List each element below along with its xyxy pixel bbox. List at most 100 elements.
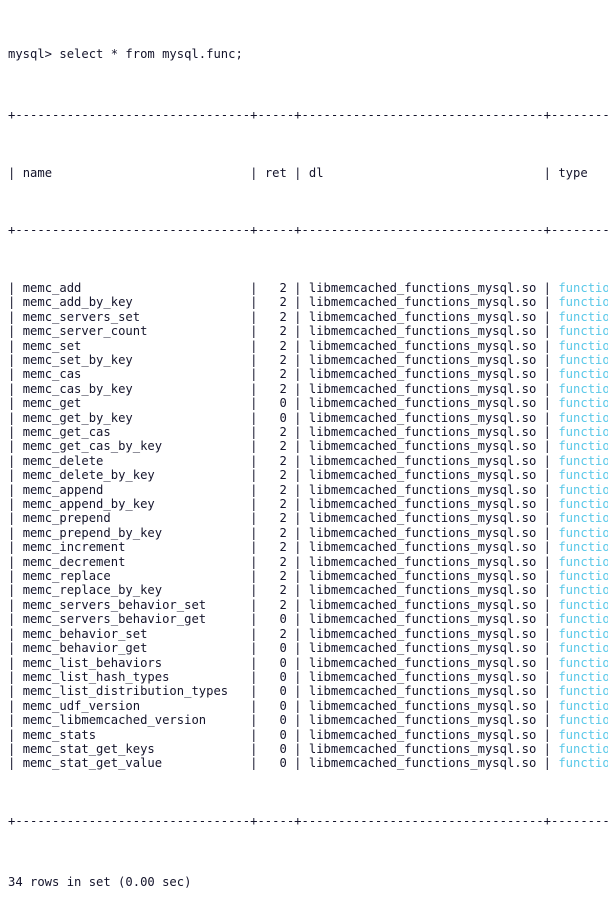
- column-separator: |: [8, 684, 23, 699]
- column-separator: |: [8, 410, 23, 425]
- cell-type: function: [558, 396, 608, 411]
- column-header-name[interactable]: name: [23, 166, 243, 180]
- cell-dl: libmemcached_functions_mysql.so: [308, 684, 537, 699]
- table-row: | memc_set_by_key | 2 | libmemcached_fun…: [8, 353, 608, 367]
- cell-ret: 2: [264, 583, 287, 598]
- column-separator: |: [242, 425, 265, 440]
- column-separator: |: [8, 338, 23, 353]
- cell-dl: libmemcached_functions_mysql.so: [308, 352, 537, 367]
- terminal-output-pane[interactable]: mysql> select * from mysql.func; +------…: [0, 0, 608, 889]
- cell-name: memc_add_by_key: [22, 295, 243, 310]
- column-separator: |: [286, 597, 309, 612]
- column-separator: |: [8, 641, 23, 656]
- column-separator: |: [242, 410, 265, 425]
- table-row: | memc_stats | 0 | libmemcached_function…: [8, 728, 608, 742]
- column-separator: |: [242, 698, 265, 713]
- column-separator: |: [286, 367, 309, 382]
- table-row: | memc_get | 0 | libmemcached_functions_…: [8, 396, 608, 410]
- cell-ret: 2: [264, 309, 287, 324]
- table-row: | memc_increment | 2 | libmemcached_func…: [8, 540, 608, 554]
- cell-dl: libmemcached_functions_mysql.so: [308, 597, 537, 612]
- column-separator: |: [536, 396, 559, 411]
- cell-dl: libmemcached_functions_mysql.so: [308, 295, 537, 310]
- column-separator: |: [8, 540, 23, 555]
- cell-dl: libmemcached_functions_mysql.so: [308, 525, 537, 540]
- cell-dl: libmemcached_functions_mysql.so: [308, 698, 537, 713]
- column-separator: |: [286, 511, 309, 526]
- cell-name: memc_prepend_by_key: [22, 525, 243, 540]
- column-separator: |: [286, 569, 309, 584]
- column-separator: |: [242, 381, 265, 396]
- cell-ret: 2: [264, 295, 287, 310]
- column-separator: |: [286, 439, 309, 454]
- column-separator: |: [242, 569, 265, 584]
- column-separator: |: [286, 554, 309, 569]
- column-header-dl[interactable]: dl: [309, 166, 536, 180]
- column-separator: |: [242, 439, 265, 454]
- table-row: | memc_libmemcached_version | 0 | libmem…: [8, 713, 608, 727]
- cell-ret: 0: [264, 410, 287, 425]
- table-row: | memc_append_by_key | 2 | libmemcached_…: [8, 497, 608, 511]
- column-separator: |: [8, 626, 23, 641]
- column-separator: |: [286, 425, 309, 440]
- cell-type: function: [558, 641, 608, 656]
- column-separator: |: [536, 367, 559, 382]
- column-separator: |: [536, 583, 559, 598]
- cell-ret: 2: [264, 511, 287, 526]
- cell-name: memc_get: [22, 396, 243, 411]
- column-separator: |: [8, 554, 23, 569]
- cell-name: memc_append_by_key: [22, 497, 243, 512]
- cell-ret: 0: [264, 727, 287, 742]
- cell-name: memc_delete_by_key: [22, 468, 243, 483]
- table-row: | memc_set | 2 | libmemcached_functions_…: [8, 339, 608, 353]
- cell-name: memc_set: [22, 338, 243, 353]
- cell-type: function: [558, 698, 608, 713]
- table-bottom-border: +--------------------------------+-----+…: [8, 814, 608, 829]
- cell-ret: 2: [264, 338, 287, 353]
- cell-type: function: [558, 439, 608, 454]
- cell-name: memc_get_cas: [22, 425, 243, 440]
- table-row: | memc_servers_behavior_get | 0 | libmem…: [8, 612, 608, 626]
- cell-dl: libmemcached_functions_mysql.so: [308, 569, 537, 584]
- column-separator: |: [536, 381, 559, 396]
- cell-dl: libmemcached_functions_mysql.so: [308, 511, 537, 526]
- column-separator: |: [536, 540, 559, 555]
- column-separator: |: [8, 569, 23, 584]
- table-row: | memc_servers_behavior_set | 2 | libmem…: [8, 598, 608, 612]
- column-separator: |: [8, 756, 23, 771]
- cell-dl: libmemcached_functions_mysql.so: [308, 396, 537, 411]
- column-separator: |: [536, 468, 559, 483]
- column-separator: |: [8, 583, 23, 598]
- cell-type: function: [558, 381, 608, 396]
- cell-name: memc_replace: [22, 569, 243, 584]
- cell-type: function: [558, 425, 608, 440]
- table-row: | memc_server_count | 2 | libmemcached_f…: [8, 324, 608, 338]
- column-header-type[interactable]: type: [558, 166, 608, 180]
- column-header-ret[interactable]: ret: [265, 166, 287, 180]
- column-separator: |: [8, 713, 23, 728]
- cell-ret: 2: [264, 439, 287, 454]
- cell-type: function: [558, 626, 608, 641]
- column-separator: |: [536, 655, 559, 670]
- column-separator: |: [536, 453, 559, 468]
- column-separator: |: [242, 482, 265, 497]
- column-separator: |: [536, 324, 559, 339]
- cell-ret: 0: [264, 612, 287, 627]
- column-separator: |: [242, 165, 265, 180]
- column-separator: |: [536, 410, 559, 425]
- cell-name: memc_prepend: [22, 511, 243, 526]
- cell-dl: libmemcached_functions_mysql.so: [308, 727, 537, 742]
- cell-ret: 2: [264, 367, 287, 382]
- column-separator: |: [286, 309, 309, 324]
- column-separator: |: [536, 352, 559, 367]
- cell-type: function: [558, 684, 608, 699]
- cell-name: memc_libmemcached_version: [22, 713, 243, 728]
- column-separator: |: [242, 280, 265, 295]
- column-separator: |: [286, 165, 309, 180]
- table-row: | memc_get_cas | 2 | libmemcached_functi…: [8, 425, 608, 439]
- table-row: | memc_delete_by_key | 2 | libmemcached_…: [8, 468, 608, 482]
- column-separator: |: [8, 295, 23, 310]
- cell-type: function: [558, 756, 608, 771]
- column-separator: |: [286, 540, 309, 555]
- column-separator: |: [536, 713, 559, 728]
